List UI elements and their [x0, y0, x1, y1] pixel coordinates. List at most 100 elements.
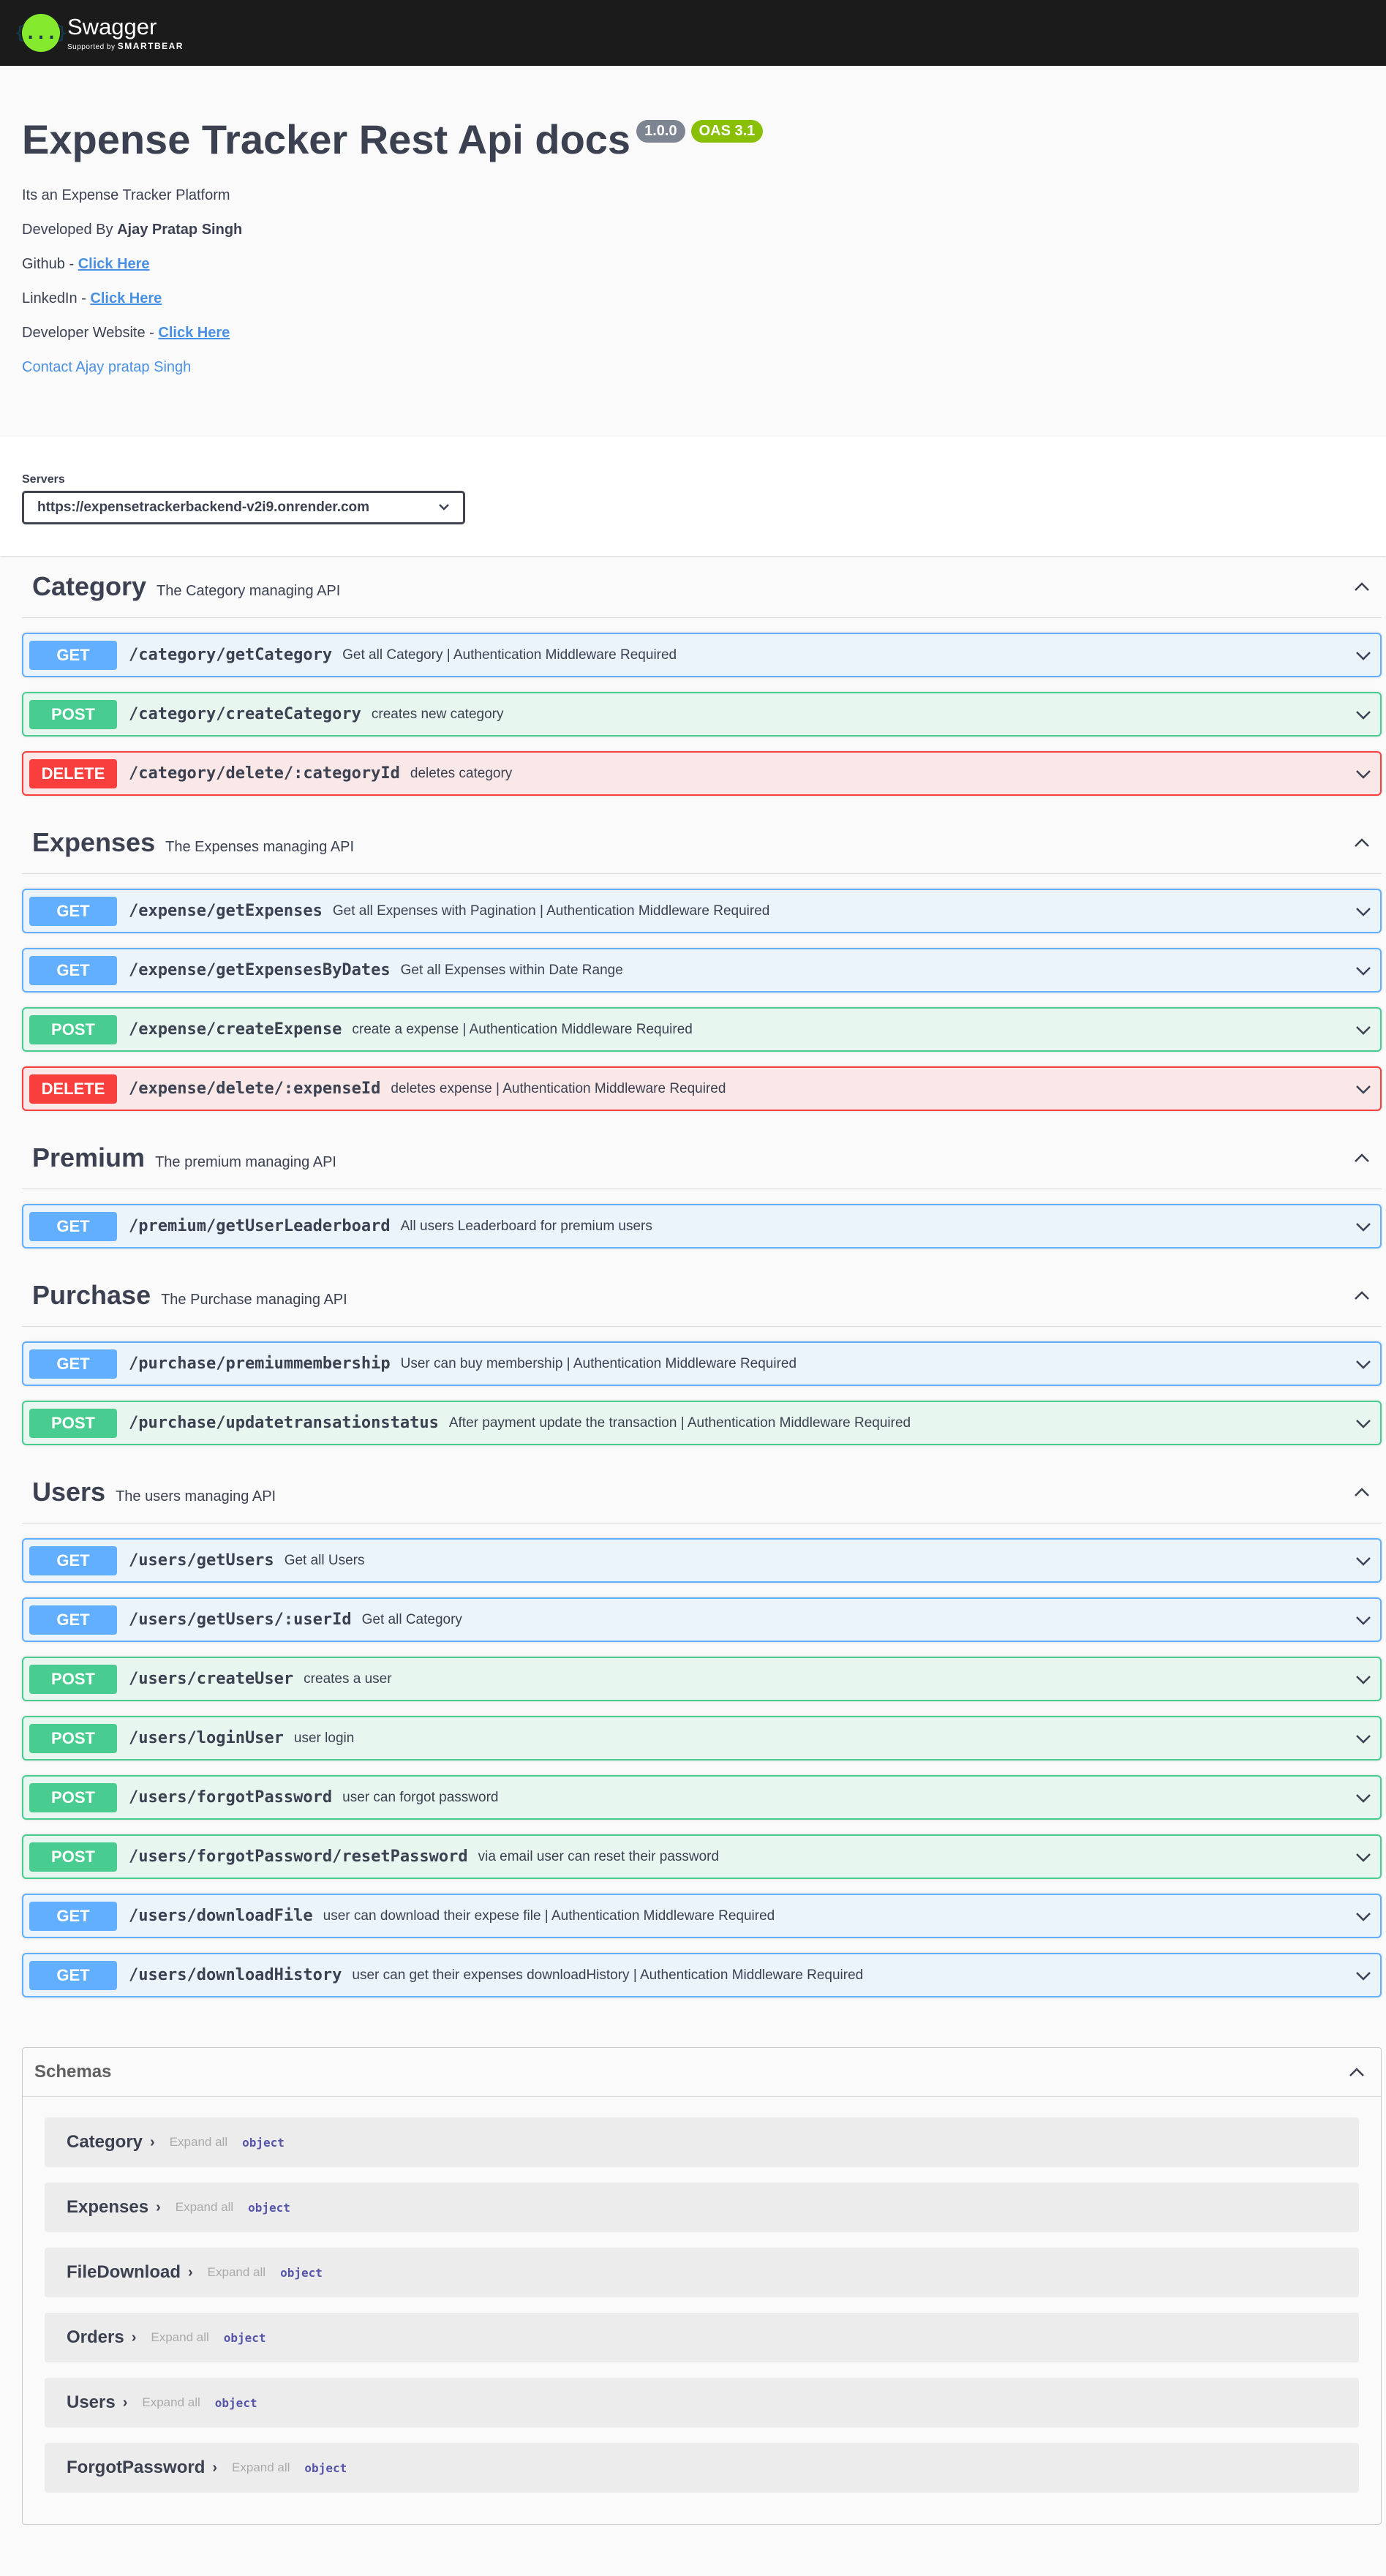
schema-type: object	[223, 2330, 266, 2345]
chevron-down-icon[interactable]	[1354, 705, 1373, 724]
tag-name: Purchase	[32, 1280, 151, 1310]
method-badge: POST	[29, 1408, 117, 1438]
operation-row[interactable]: POST /users/loginUser user login	[22, 1716, 1382, 1760]
operation-summary: via email user can reset their password	[478, 1848, 720, 1864]
schema-model[interactable]: Category › Expand all object	[45, 2117, 1359, 2167]
website-line: Developer Website - Click Here	[22, 324, 230, 341]
topbar: {...} Swagger Supported by SMARTBEAR	[0, 0, 1386, 66]
chevron-down-icon[interactable]	[1354, 1355, 1373, 1374]
operation-row[interactable]: POST /users/forgotPassword/resetPassword…	[22, 1834, 1382, 1879]
chevron-down-icon[interactable]	[1354, 1080, 1373, 1099]
tag-header[interactable]: Expenses The Expenses managing API	[22, 812, 1382, 874]
tag-header[interactable]: Users The users managing API	[22, 1461, 1382, 1524]
operation-row[interactable]: GET /premium/getUserLeaderboard All user…	[22, 1204, 1382, 1249]
chevron-down-icon[interactable]	[1354, 1848, 1373, 1867]
operation-summary: user login	[293, 1730, 355, 1746]
tag-section-expenses: Expenses The Expenses managing API GET /…	[22, 812, 1382, 1111]
chevron-down-icon[interactable]	[1354, 646, 1373, 665]
operation-row[interactable]: GET /category/getCategory Get all Catego…	[22, 633, 1382, 677]
linkedin-line: LinkedIn - Click Here	[22, 290, 162, 306]
chevron-down-icon[interactable]	[1354, 1966, 1373, 1985]
schema-model[interactable]: Expenses › Expand all object	[45, 2183, 1359, 2232]
chevron-up-icon[interactable]	[1352, 1286, 1371, 1305]
schema-model[interactable]: ForgotPassword › Expand all object	[45, 2443, 1359, 2493]
chevron-down-icon[interactable]	[1354, 1020, 1373, 1039]
operation-row[interactable]: GET /expense/getExpenses Get all Expense…	[22, 889, 1382, 933]
operation-summary: Get all Users	[284, 1552, 365, 1568]
method-badge: GET	[29, 1545, 117, 1575]
operation-row[interactable]: POST /users/forgotPassword user can forg…	[22, 1775, 1382, 1820]
operation-row[interactable]: GET /users/downloadFile user can downloa…	[22, 1894, 1382, 1938]
expand-all-button[interactable]: Expand all	[208, 2265, 265, 2280]
chevron-down-icon[interactable]	[1354, 902, 1373, 921]
expand-all-button[interactable]: Expand all	[142, 2395, 200, 2410]
version-badge: 1.0.0	[636, 120, 685, 143]
schemas-header[interactable]: Schemas	[23, 2048, 1381, 2097]
chevron-down-icon[interactable]	[1354, 764, 1373, 783]
expand-all-button[interactable]: Expand all	[151, 2330, 208, 2345]
chevron-up-icon[interactable]	[1352, 833, 1371, 852]
method-badge: GET	[29, 955, 117, 985]
tag-name: Premium	[32, 1142, 146, 1172]
chevron-up-icon[interactable]	[1352, 1483, 1371, 1502]
supported-by: Supported by SMARTBEAR	[67, 40, 184, 51]
operation-summary: Get all Expenses within Date Range	[400, 962, 623, 978]
chevron-down-icon[interactable]	[1354, 1551, 1373, 1570]
operation-row[interactable]: GET /users/getUsers/:userId Get all Cate…	[22, 1597, 1382, 1642]
chevron-down-icon[interactable]	[1354, 1907, 1373, 1926]
expand-all-button[interactable]: Expand all	[232, 2460, 290, 2475]
operation-row[interactable]: GET /users/getUsers Get all Users	[22, 1538, 1382, 1583]
operation-summary: User can buy membership | Authentication…	[400, 1355, 797, 1371]
tag-name: Expenses	[32, 827, 156, 857]
swagger-logo[interactable]: {...} Swagger Supported by SMARTBEAR	[15, 14, 184, 52]
chevron-down-icon[interactable]	[1354, 1414, 1373, 1433]
expand-all-button[interactable]: Expand all	[170, 2135, 227, 2150]
chevron-up-icon[interactable]	[1352, 577, 1371, 596]
schemas-title: Schemas	[34, 2062, 112, 2082]
expand-all-button[interactable]: Expand all	[176, 2200, 233, 2215]
operation-row[interactable]: DELETE /category/delete/:categoryId dele…	[22, 751, 1382, 796]
operation-row[interactable]: GET /purchase/premiummembership User can…	[22, 1341, 1382, 1386]
schema-model[interactable]: Orders › Expand all object	[45, 2313, 1359, 2362]
tag-description: The premium managing API	[155, 1154, 336, 1170]
operation-row[interactable]: POST /purchase/updatetransationstatus Af…	[22, 1401, 1382, 1445]
schema-name: Orders	[67, 2327, 124, 2347]
operation-row[interactable]: DELETE /expense/delete/:expenseId delete…	[22, 1066, 1382, 1111]
chevron-right-icon: ›	[156, 2199, 161, 2215]
website-link[interactable]: Click Here	[158, 325, 230, 341]
tag-header[interactable]: Premium The premium managing API	[22, 1127, 1382, 1189]
method-badge: GET	[29, 1349, 117, 1379]
contact-link[interactable]: Contact Ajay pratap Singh	[22, 359, 1364, 376]
operation-path: /category/createCategory	[129, 705, 361, 723]
operation-path: /purchase/updatetransationstatus	[129, 1414, 439, 1432]
operation-path: /users/getUsers	[129, 1551, 274, 1570]
operation-summary: Get all Category	[361, 1611, 462, 1627]
operation-path: /users/getUsers/:userId	[129, 1611, 352, 1629]
chevron-down-icon[interactable]	[1354, 1217, 1373, 1236]
tag-header[interactable]: Purchase The Purchase managing API	[22, 1265, 1382, 1327]
servers-select[interactable]: https://expensetrackerbackend-v2i9.onren…	[22, 491, 465, 524]
linkedin-link[interactable]: Click Here	[90, 290, 162, 306]
tag-header[interactable]: Category The Category managing API	[22, 556, 1382, 618]
schema-type: object	[242, 2135, 285, 2150]
operation-row[interactable]: POST /category/createCategory creates ne…	[22, 692, 1382, 737]
operation-path: /users/createUser	[129, 1670, 294, 1688]
operation-path: /category/getCategory	[129, 646, 333, 664]
chevron-down-icon[interactable]	[1354, 1788, 1373, 1807]
chevron-down-icon[interactable]	[1354, 1611, 1373, 1630]
operation-row[interactable]: POST /expense/createExpense create a exp…	[22, 1007, 1382, 1052]
chevron-down-icon[interactable]	[1354, 1729, 1373, 1748]
operation-path: /users/forgotPassword/resetPassword	[129, 1848, 468, 1866]
chevron-down-icon[interactable]	[1354, 1670, 1373, 1689]
chevron-down-icon[interactable]	[1354, 961, 1373, 980]
schema-model[interactable]: Users › Expand all object	[45, 2378, 1359, 2428]
chevron-up-icon[interactable]	[1347, 2063, 1366, 2082]
operation-row[interactable]: GET /expense/getExpensesByDates Get all …	[22, 948, 1382, 993]
operation-summary: user can forgot password	[342, 1789, 499, 1805]
github-link[interactable]: Click Here	[78, 256, 150, 272]
operation-row[interactable]: GET /users/downloadHistory user can get …	[22, 1953, 1382, 1997]
method-badge: POST	[29, 1842, 117, 1872]
operation-row[interactable]: POST /users/createUser creates a user	[22, 1657, 1382, 1701]
chevron-up-icon[interactable]	[1352, 1148, 1371, 1167]
schema-model[interactable]: FileDownload › Expand all object	[45, 2248, 1359, 2297]
